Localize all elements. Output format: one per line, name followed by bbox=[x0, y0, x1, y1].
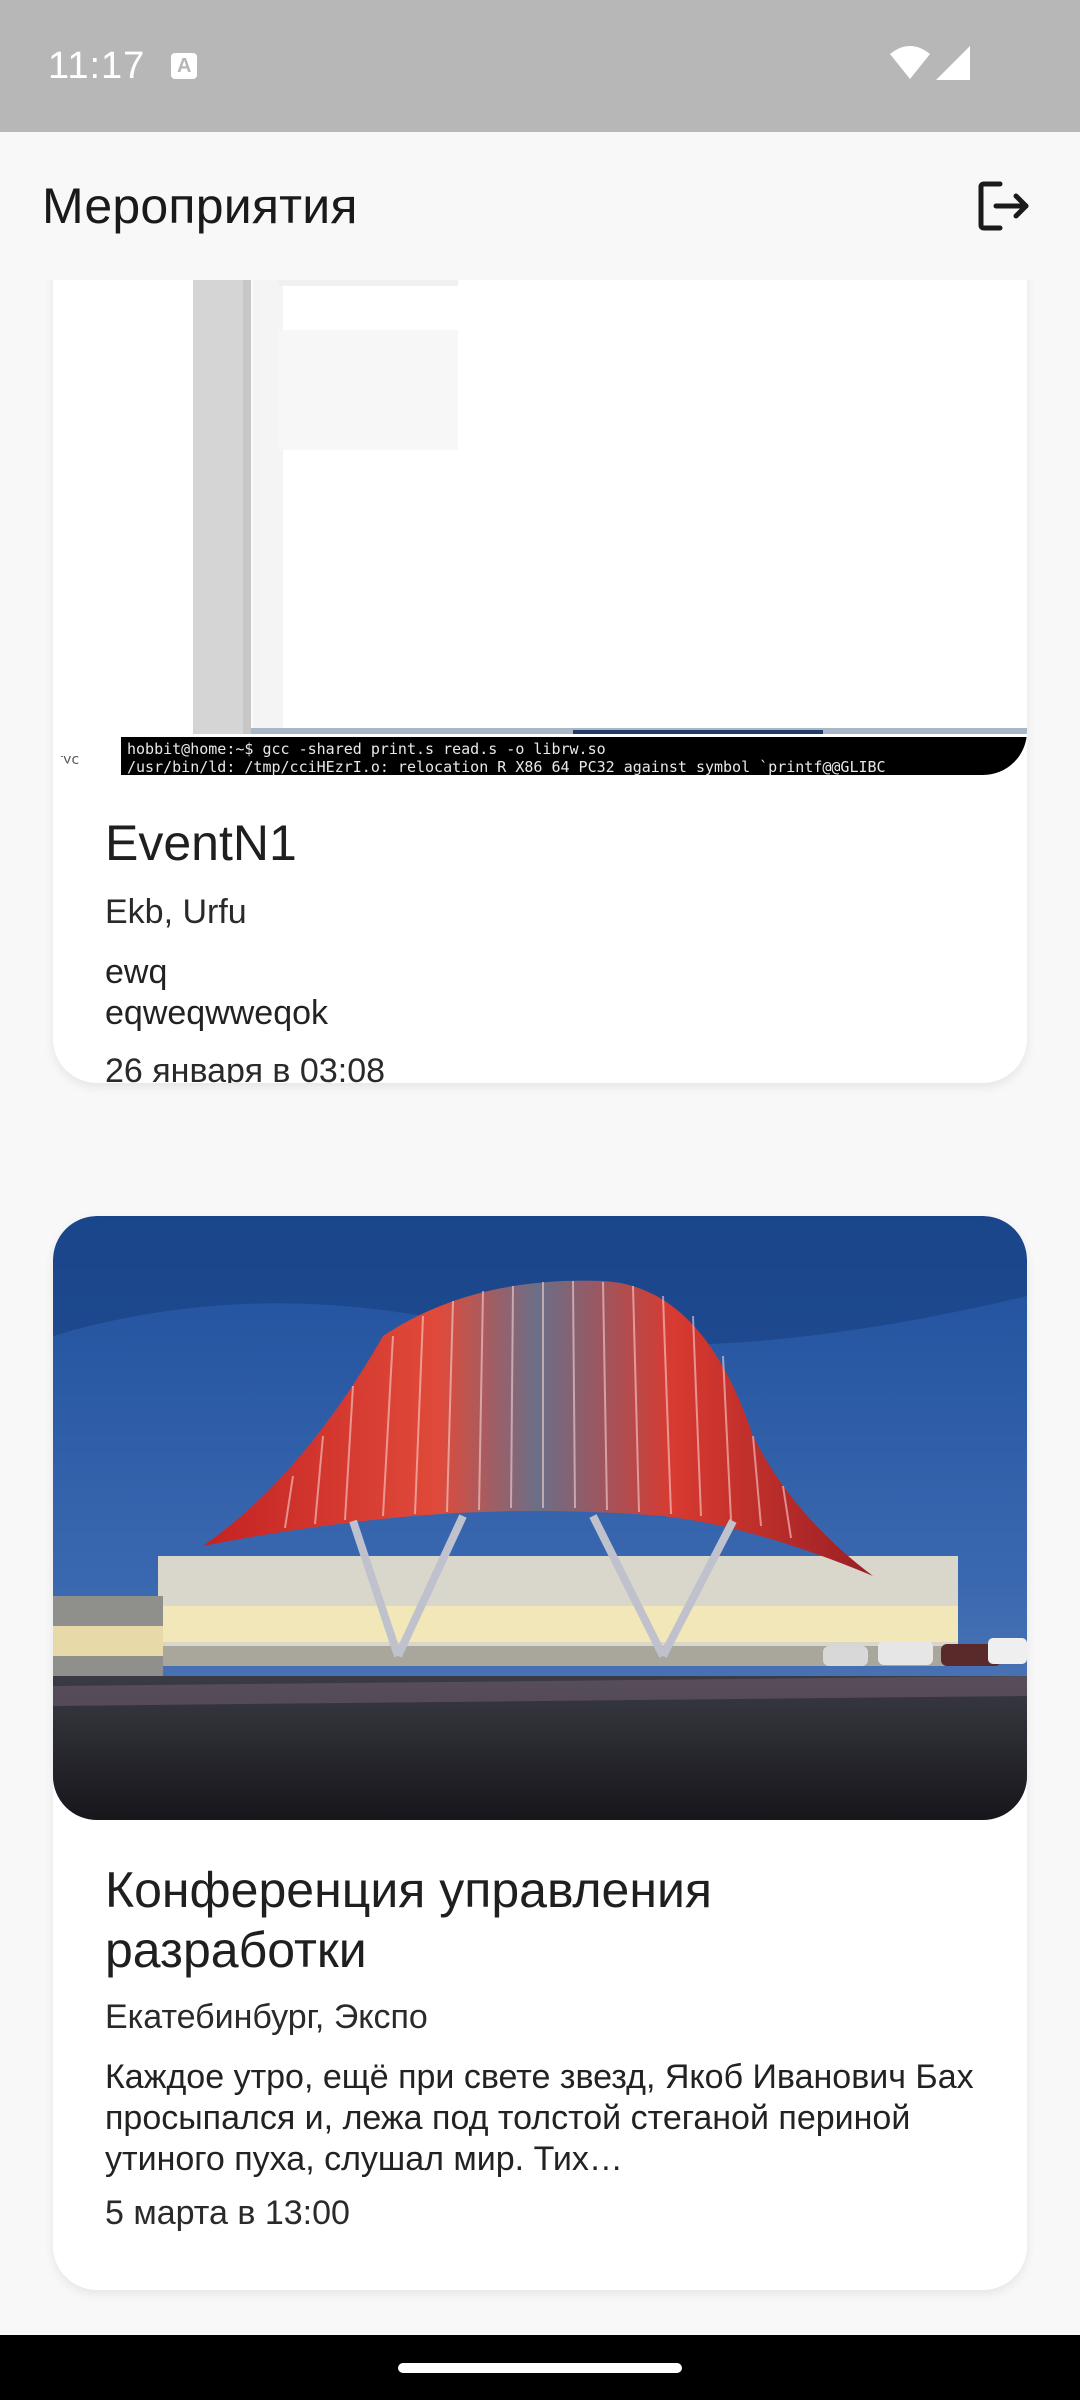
status-time: 11:17 bbox=[48, 44, 146, 87]
event-place: Ekb, Urfu bbox=[105, 893, 247, 931]
event-image-screenshot: hobbit@home:~$ gcc -shared print.s read.… bbox=[53, 280, 1027, 775]
event-card[interactable]: Конференция управления разработки Екатеб… bbox=[53, 1216, 1027, 2290]
event-description: Каждое утро, ещё при свете звезд, Якоб И… bbox=[105, 2058, 974, 2178]
terminal-line-2: /usr/bin/ld: /tmp/cciHEzrI.o: relocation… bbox=[127, 758, 886, 775]
event-image-arena bbox=[53, 1216, 1027, 1820]
event-description: ewq eqweqwweqok bbox=[105, 953, 329, 1032]
status-indicators bbox=[890, 46, 970, 80]
event-image: hobbit@home:~$ gcc -shared print.s read.… bbox=[53, 280, 1027, 775]
event-title: Конференция управления разработки bbox=[105, 1862, 712, 1978]
page-title: Мероприятия bbox=[42, 178, 358, 234]
app-bar: Мероприятия bbox=[0, 132, 1080, 280]
home-gesture-handle[interactable] bbox=[398, 2362, 682, 2373]
terminal-side-label: тус bbox=[55, 752, 79, 768]
event-date: 5 марта в 13:00 bbox=[105, 2194, 350, 2232]
event-title: EventN1 bbox=[105, 815, 297, 871]
status-bar: 11:17 A bbox=[0, 0, 1080, 132]
wifi-icon bbox=[890, 46, 930, 79]
events-list[interactable]: hobbit@home:~$ gcc -shared print.s read.… bbox=[0, 280, 1080, 2335]
terminal-line-1: hobbit@home:~$ gcc -shared print.s read.… bbox=[127, 740, 606, 758]
notification-icon: A bbox=[171, 53, 198, 79]
event-card-body: Конференция управления разработки Екатеб… bbox=[53, 1820, 1027, 2233]
logout-button[interactable] bbox=[968, 170, 1040, 242]
event-card-body: EventN1 Ekb, Urfu ewq eqweqwweqok 26 янв… bbox=[53, 775, 1027, 1083]
event-card[interactable]: hobbit@home:~$ gcc -shared print.s read.… bbox=[53, 280, 1027, 1083]
event-image bbox=[53, 1216, 1027, 1820]
logout-icon bbox=[978, 181, 1029, 231]
event-date: 26 января в 03:08 bbox=[105, 1052, 386, 1083]
event-place: Екатебинбург, Экспо bbox=[105, 1998, 428, 2036]
cell-signal-icon bbox=[936, 46, 970, 80]
system-nav-bar bbox=[0, 2335, 1080, 2400]
